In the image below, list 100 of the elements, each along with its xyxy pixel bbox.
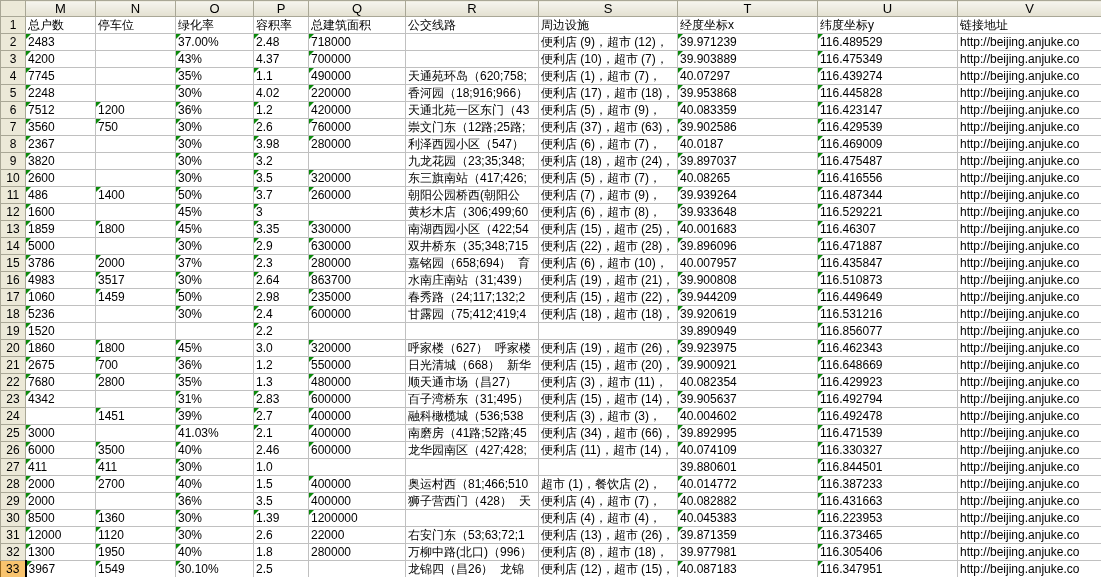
cell-text: 400000 bbox=[311, 493, 352, 508]
cell-text: 400000 bbox=[311, 408, 352, 423]
cell-text: 280000 bbox=[311, 136, 352, 151]
cell-text: 30% bbox=[178, 527, 203, 542]
cell-text: 30% bbox=[178, 238, 203, 253]
cell-text: 1360 bbox=[98, 510, 125, 525]
cell-text: 1120 bbox=[98, 527, 124, 542]
cell-text: 116.223953 bbox=[820, 510, 883, 525]
cell-text: 40% bbox=[178, 544, 203, 559]
cell-text: 2000 bbox=[28, 476, 55, 491]
cell-text: 便利店 (8)，超市 (18)， bbox=[541, 544, 668, 559]
cell-text: 30% bbox=[178, 170, 203, 185]
cell-text: 40.082882 bbox=[680, 493, 737, 508]
column-header[interactable]: P bbox=[253, 0, 309, 17]
cell-text: 2.46 bbox=[256, 442, 280, 457]
cell-text: 4.37 bbox=[256, 51, 280, 66]
cell-text: http://beijing.anjuke.co bbox=[960, 374, 1080, 389]
cell-text: 万柳中路(北口)（996） bbox=[408, 544, 532, 559]
cell-text: http://beijing.anjuke.co bbox=[960, 187, 1080, 202]
cell-text: 便利店 (37)，超市 (63)， bbox=[541, 119, 675, 134]
cell-text: http://beijing.anjuke.co bbox=[960, 119, 1080, 134]
cell-text: 39.953868 bbox=[680, 85, 737, 100]
cell-text: 116.471887 bbox=[820, 238, 883, 253]
column-header[interactable]: M bbox=[25, 0, 96, 17]
cell-text: http://beijing.anjuke.co bbox=[960, 136, 1080, 151]
cell-text: 春秀路（24;117;132;2 bbox=[408, 289, 526, 304]
cell-text: http://beijing.anjuke.co bbox=[960, 85, 1080, 100]
cell-text: 235000 bbox=[311, 289, 352, 304]
cell-text: 30% bbox=[178, 119, 203, 134]
cell-text: 3820 bbox=[28, 153, 55, 168]
cell-text: 便利店 (9)，超市 (12)， bbox=[541, 34, 668, 49]
cell-text: 1200 bbox=[98, 102, 125, 117]
select-all-corner[interactable] bbox=[0, 0, 26, 17]
cell-text: 便利店 (11)，超市 (14)， bbox=[541, 442, 674, 457]
cell-text: 40% bbox=[178, 476, 203, 491]
cell-text: 7745 bbox=[28, 68, 55, 83]
cell-text: 2.98 bbox=[256, 289, 280, 304]
cell-text: http://beijing.anjuke.co bbox=[960, 340, 1080, 355]
cell-text: 1859 bbox=[28, 221, 55, 236]
cell-text: 116.462343 bbox=[820, 340, 883, 355]
cell-text: 利泽西园小区（547） bbox=[408, 136, 525, 151]
cell-text: 便利店 (19)，超市 (26)， bbox=[541, 340, 675, 355]
cell-text: 南湖西园小区（422;54 bbox=[408, 221, 529, 236]
cell-text: 30.10% bbox=[178, 561, 219, 576]
cell-text: 4.02 bbox=[256, 85, 280, 100]
cell-text: 116.531216 bbox=[820, 306, 883, 321]
column-header[interactable]: T bbox=[677, 0, 818, 17]
cell-text: 39.939264 bbox=[680, 187, 737, 202]
cell-text: http://beijing.anjuke.co bbox=[960, 561, 1080, 576]
cell-text: 停车位 bbox=[98, 17, 134, 32]
cell-text: 116.475349 bbox=[820, 51, 883, 66]
cell-text: 7512 bbox=[28, 102, 55, 117]
cell-text: 2.7 bbox=[256, 408, 273, 423]
cell-text: 1800 bbox=[98, 221, 125, 236]
cell-text: 2800 bbox=[98, 374, 125, 389]
cell-text: 116.492478 bbox=[820, 408, 883, 423]
cell-text: 2600 bbox=[28, 170, 55, 185]
cell-text: 31% bbox=[178, 391, 203, 406]
cell-text: 便利店 (10)，超市 (7)， bbox=[541, 51, 668, 66]
cell-text: 呼家楼（627） 呼家楼 bbox=[408, 340, 531, 355]
column-header[interactable]: S bbox=[538, 0, 678, 17]
cell-text: 116.648669 bbox=[820, 357, 883, 372]
cell-text: 便利店 (1)，超市 (7)， bbox=[541, 68, 661, 83]
cell-text: 30% bbox=[178, 459, 203, 474]
cell-text: 40.045383 bbox=[680, 510, 737, 525]
cell-text: 1.8 bbox=[256, 544, 273, 559]
cell-text: 116.449649 bbox=[820, 289, 883, 304]
column-header[interactable]: V bbox=[957, 0, 1101, 17]
cell-text: 南磨房（41路;52路;45 bbox=[408, 425, 527, 440]
column-header[interactable]: Q bbox=[308, 0, 406, 17]
cell-text: 35% bbox=[178, 68, 203, 83]
cell-text: 863700 bbox=[311, 272, 352, 287]
cell-text: 便利店 (15)，超市 (22)， bbox=[541, 289, 675, 304]
cell-text: 嘉铭园（658;694） 育 bbox=[408, 255, 531, 270]
column-header[interactable]: U bbox=[817, 0, 958, 17]
cell-text: 2.5 bbox=[256, 561, 273, 576]
column-header[interactable]: N bbox=[95, 0, 176, 17]
cell-text: 2700 bbox=[98, 476, 125, 491]
cell-text: 41.03% bbox=[178, 425, 219, 440]
column-header[interactable]: O bbox=[175, 0, 254, 17]
cell-text: 2.48 bbox=[256, 34, 280, 49]
cell-text: 5236 bbox=[28, 306, 55, 321]
cell-text: 480000 bbox=[311, 374, 352, 389]
cell-text: 8500 bbox=[28, 510, 55, 525]
cell-text: 50% bbox=[178, 187, 203, 202]
cell-text: 便利店 (18)，超市 (18)， bbox=[541, 306, 675, 321]
cell-text: 400000 bbox=[311, 425, 352, 440]
cell-text: 2000 bbox=[28, 493, 55, 508]
cell-text: 1451 bbox=[98, 408, 125, 423]
cell-text: 116.529221 bbox=[820, 204, 883, 219]
cell-text: 奥运村西（81;466;510 bbox=[408, 476, 529, 491]
cell-text: 116.416556 bbox=[820, 170, 883, 185]
cell-text: 2.6 bbox=[256, 527, 273, 542]
cell-text: http://beijing.anjuke.co bbox=[960, 255, 1080, 270]
cell-text: 黄杉木店（306;499;60 bbox=[408, 204, 529, 219]
cell-text: 45% bbox=[178, 204, 203, 219]
cell-text: http://beijing.anjuke.co bbox=[960, 272, 1080, 287]
cell-text: http://beijing.anjuke.co bbox=[960, 391, 1080, 406]
cell-text: 116.856077 bbox=[820, 323, 883, 338]
column-header[interactable]: R bbox=[405, 0, 539, 17]
